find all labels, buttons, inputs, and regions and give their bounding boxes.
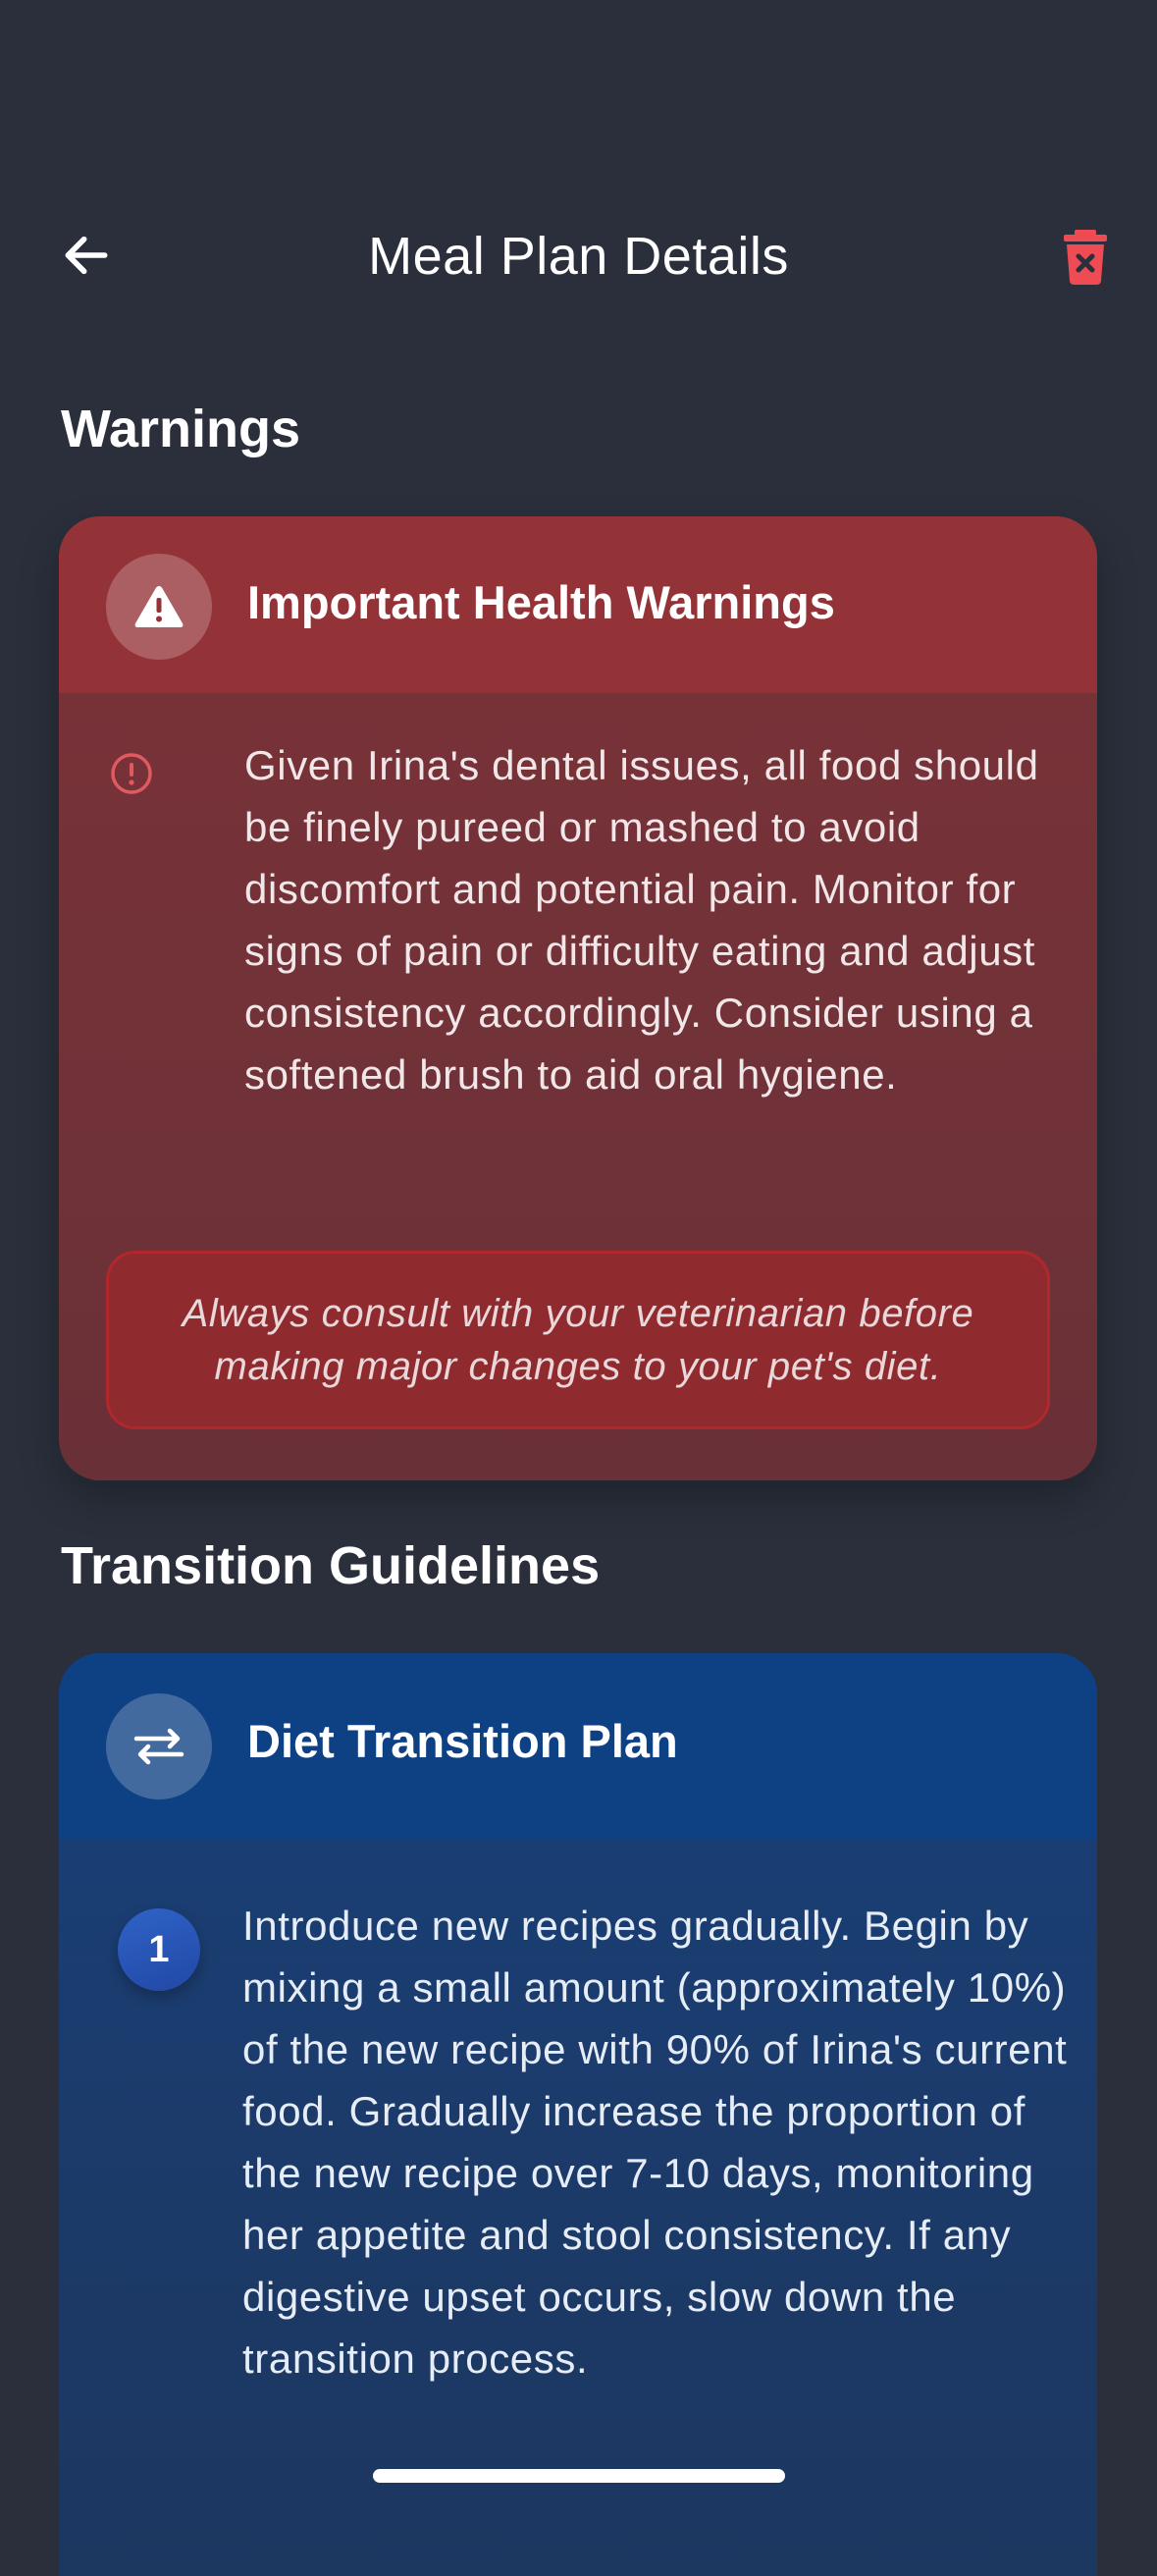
swap-arrows-icon — [133, 1728, 184, 1765]
health-warnings-card-header: Important Health Warnings — [59, 516, 1097, 693]
vet-disclaimer-box: Always consult with your veterinarian be… — [106, 1251, 1050, 1429]
transition-section-title: Transition Guidelines — [61, 1536, 601, 1595]
health-warnings-card: Important Health Warnings Given Irina's … — [59, 516, 1097, 1480]
diet-transition-card-header: Diet Transition Plan — [59, 1653, 1097, 1840]
warning-icon-container — [106, 554, 212, 660]
home-indicator[interactable] — [373, 2469, 785, 2483]
diet-transition-heading: Diet Transition Plan — [247, 1715, 678, 1767]
transition-icon-container — [106, 1693, 212, 1799]
top-app-bar: Meal Plan Details — [0, 196, 1157, 314]
warning-triangle-icon — [134, 586, 184, 627]
delete-button[interactable] — [1054, 222, 1117, 293]
trash-icon — [1064, 230, 1107, 285]
vet-disclaimer-text: Always consult with your veterinarian be… — [182, 1292, 974, 1388]
alert-circle-icon — [111, 753, 152, 794]
step-text: Introduce new recipes gradually. Begin b… — [242, 1903, 1068, 2382]
diet-transition-card: Diet Transition Plan 1 Introduce new rec… — [59, 1653, 1097, 2576]
warnings-section-title: Warnings — [61, 400, 301, 458]
warning-item-text: Given Irina's dental issues, all food sh… — [244, 742, 1039, 1098]
step-number-badge: 1 — [118, 1908, 200, 1991]
health-warnings-heading: Important Health Warnings — [247, 576, 835, 628]
page-title: Meal Plan Details — [368, 227, 789, 286]
